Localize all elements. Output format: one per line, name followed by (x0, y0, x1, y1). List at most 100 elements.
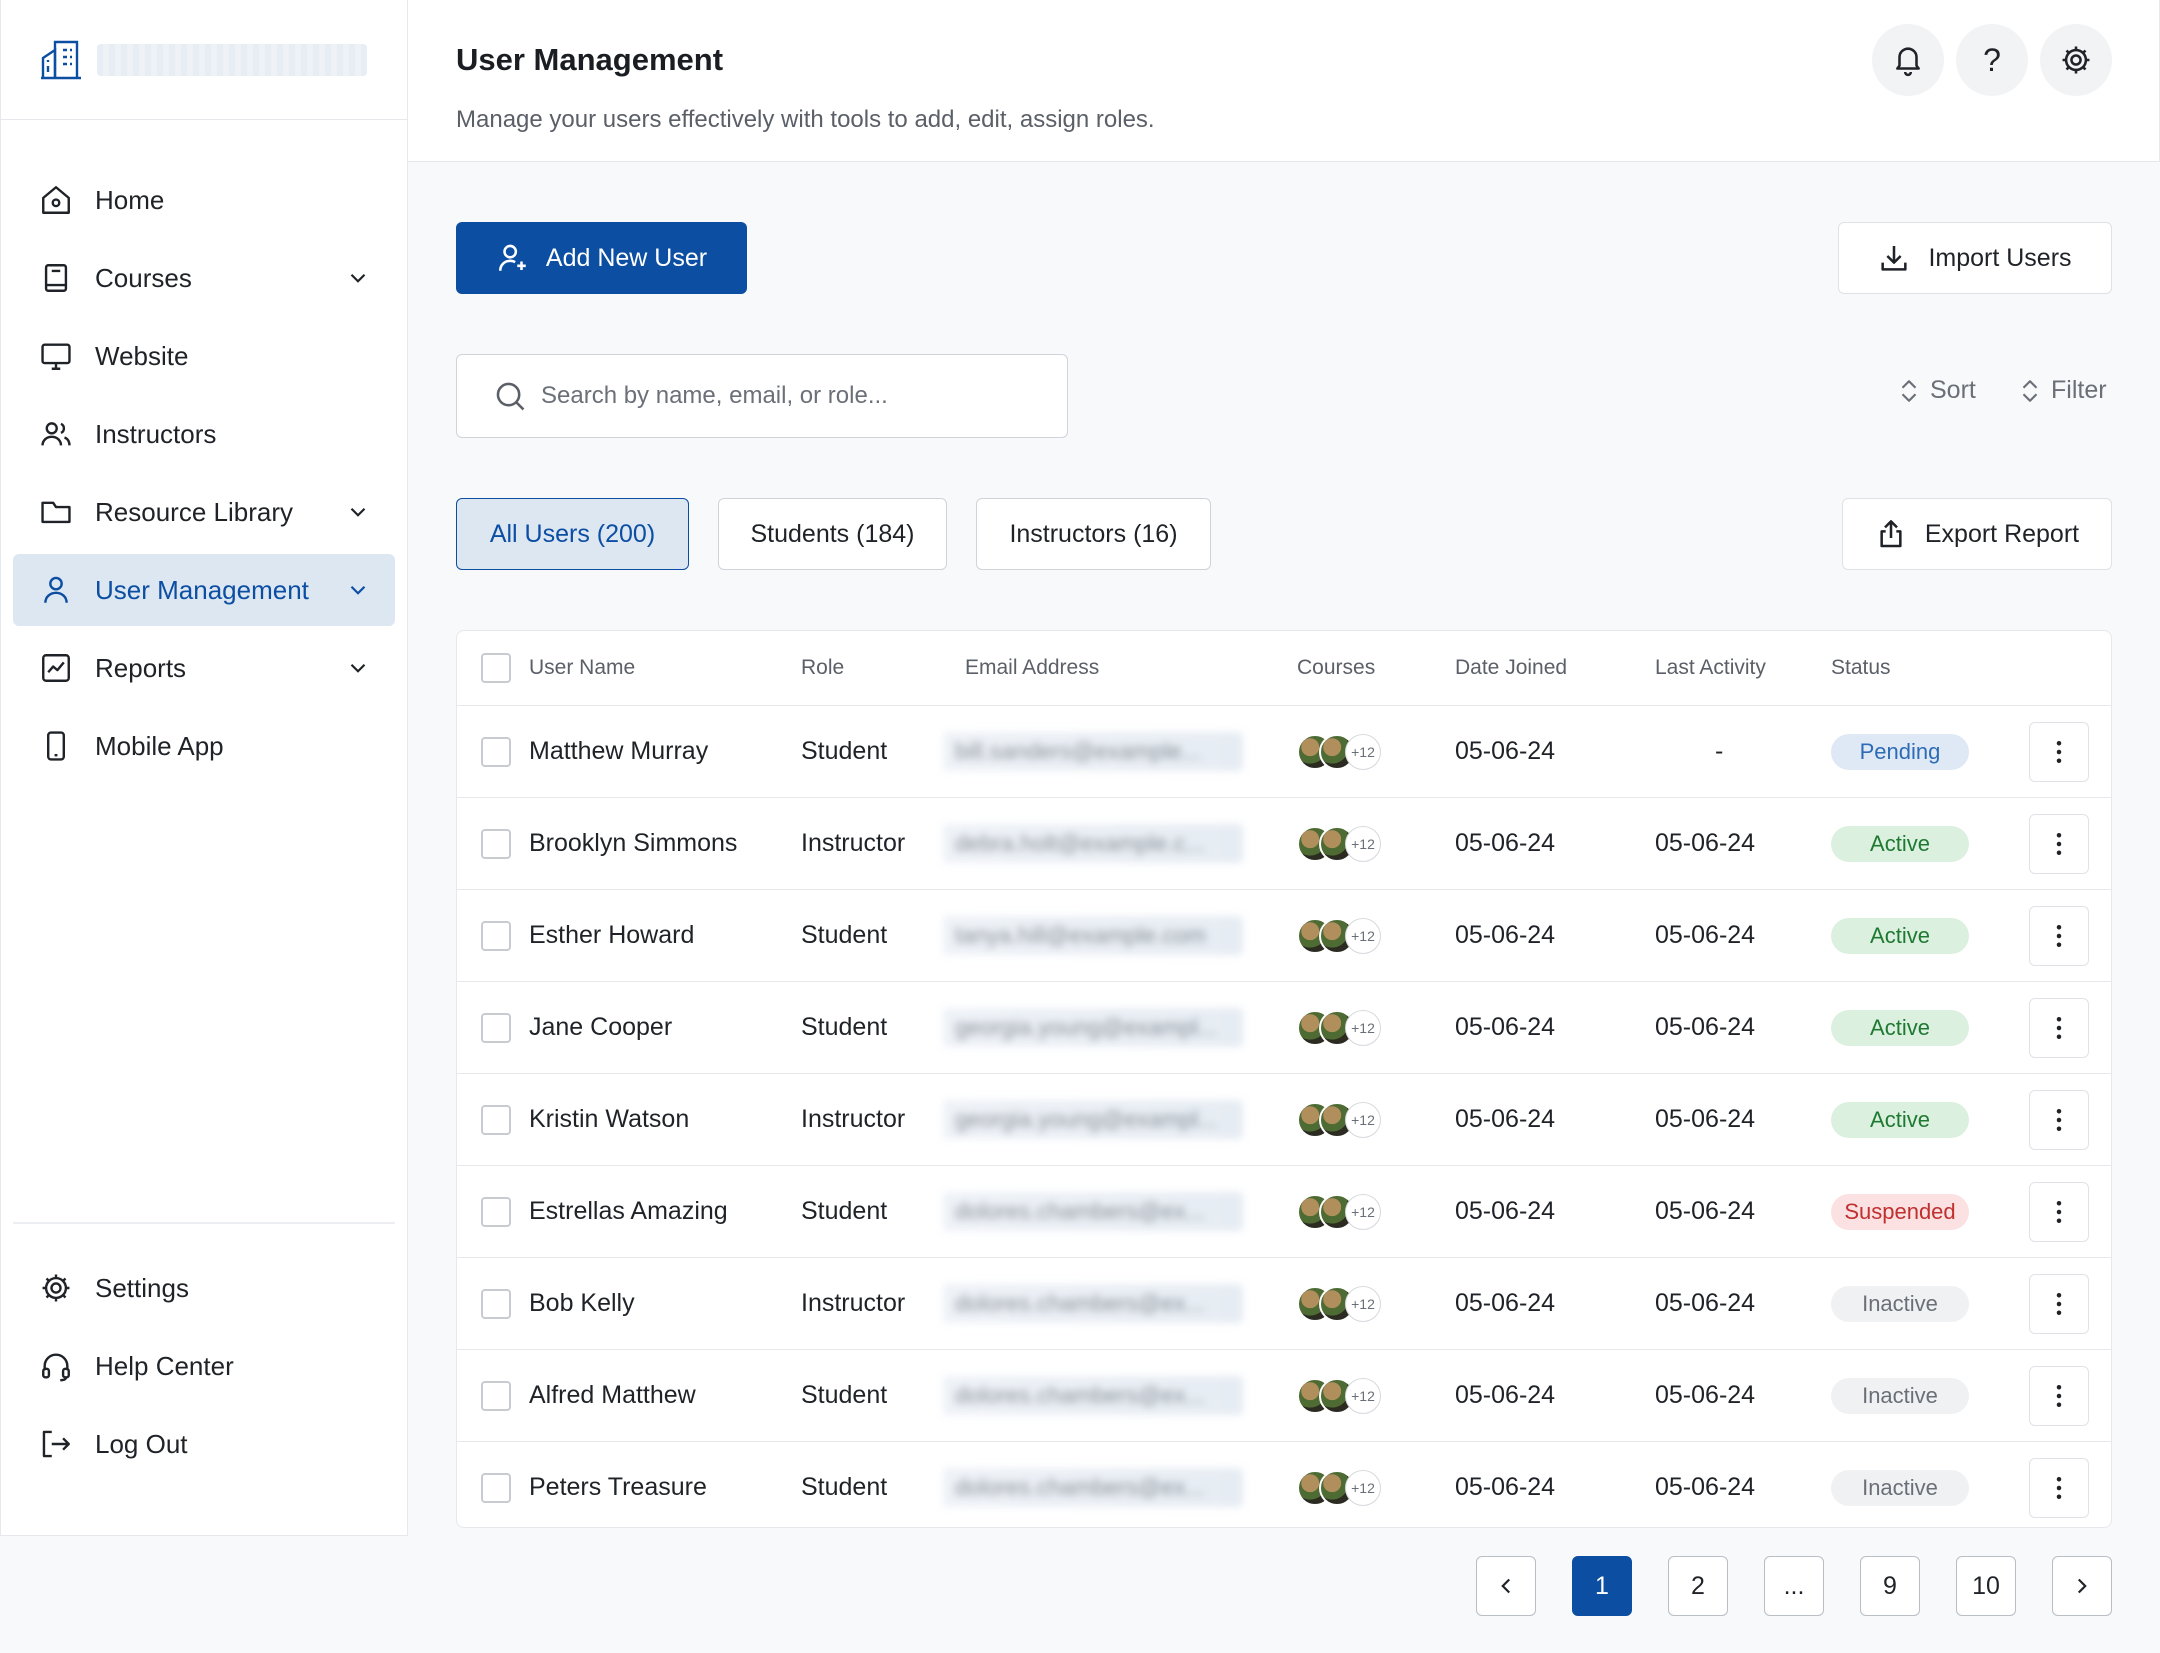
column-header[interactable]: Courses (1297, 631, 1375, 705)
export-report-button[interactable]: Export Report (1842, 498, 2112, 570)
users-table: User Name Role Email Address Courses Dat… (456, 630, 2112, 1528)
row-actions-button[interactable] (2029, 1089, 2089, 1150)
page-button-9[interactable]: 9 (1860, 1556, 1920, 1616)
more-courses-count: +12 (1345, 1101, 1381, 1138)
sidebar-item-website[interactable]: Website (13, 320, 395, 392)
table-row[interactable]: Alfred Matthew Student dolores.chambers@ex… (457, 1349, 2111, 1441)
last-activity: 05-06-24 (1655, 921, 1756, 949)
help-button[interactable]: ? (1956, 24, 2028, 96)
column-header[interactable]: User Name (529, 631, 635, 705)
sort-button[interactable]: Sort (1896, 376, 1976, 405)
user-role: Student (801, 1197, 888, 1225)
main-nav: Home Courses Website Instructors Resourc… (13, 164, 395, 788)
column-header[interactable]: Email Address (965, 631, 1099, 705)
column-header[interactable]: Role (801, 631, 844, 705)
more-courses-count: +12 (1345, 825, 1381, 862)
more-vertical-icon (2056, 832, 2062, 855)
row-actions-button[interactable] (2029, 1273, 2089, 1334)
search-input[interactable] (541, 382, 1041, 410)
prev-page-button[interactable] (1476, 1556, 1536, 1616)
row-checkbox[interactable] (481, 1104, 511, 1135)
table-row[interactable]: Kristin Watson Instructor georgia.young@ex… (457, 1073, 2111, 1165)
row-checkbox[interactable] (481, 736, 511, 767)
page-button-1[interactable]: 1 (1572, 1556, 1632, 1616)
date-joined: 05-06-24 (1455, 1013, 1556, 1041)
course-avatars: +12 (1297, 1009, 1381, 1046)
sidebar-item-resource-library[interactable]: Resource Library (13, 476, 395, 548)
row-checkbox[interactable] (481, 828, 511, 859)
column-header[interactable]: Last Activity (1655, 631, 1766, 705)
import-users-button[interactable]: Import Users (1838, 222, 2112, 294)
row-actions-button[interactable] (2029, 1365, 2089, 1426)
users-icon (41, 422, 71, 446)
sidebar-item-label: Resource Library (95, 496, 293, 527)
status-badge: Active (1831, 825, 1969, 862)
date-joined: 05-06-24 (1455, 1289, 1556, 1317)
row-actions-button[interactable] (2029, 1457, 2089, 1518)
row-actions-button[interactable] (2029, 1181, 2089, 1242)
table-row[interactable]: Matthew Murray Student bill.sanders@exampl… (457, 705, 2111, 797)
chevron-down-icon[interactable] (345, 655, 371, 681)
table-row[interactable]: Bob Kelly Instructor dolores.chambers@ex..… (457, 1257, 2111, 1349)
row-checkbox[interactable] (481, 1288, 511, 1319)
table-row[interactable]: Estrellas Amazing Student dolores.chambers… (457, 1165, 2111, 1257)
status-badge: Inactive (1831, 1377, 1969, 1414)
date-joined: 05-06-24 (1455, 829, 1556, 857)
row-checkbox[interactable] (481, 1380, 511, 1411)
notifications-button[interactable] (1872, 24, 1944, 96)
column-header[interactable]: Date Joined (1455, 631, 1567, 705)
sidebar-item-user-management[interactable]: User Management (13, 554, 395, 626)
date-joined: 05-06-24 (1455, 1105, 1556, 1133)
select-all-checkbox[interactable] (481, 653, 511, 683)
row-actions-button[interactable] (2029, 997, 2089, 1058)
sidebar-item-courses[interactable]: Courses (13, 242, 395, 314)
column-header[interactable]: Status (1831, 631, 1891, 705)
sidebar-item-instructors[interactable]: Instructors (13, 398, 395, 470)
filter-button[interactable]: Filter (2017, 376, 2107, 405)
sidebar-item-settings[interactable]: Settings (13, 1252, 395, 1324)
tab-label: All Users (200) (489, 519, 656, 548)
table-row[interactable]: Esther Howard Student tanya.hill@example.c… (457, 889, 2111, 981)
sidebar-item-log-out[interactable]: Log Out (13, 1408, 395, 1480)
folder-icon (41, 501, 71, 524)
sidebar-item-label: Mobile App (95, 730, 224, 761)
row-checkbox[interactable] (481, 1472, 511, 1503)
row-checkbox[interactable] (481, 1196, 511, 1227)
table-row[interactable]: Brooklyn Simmons Instructor debra.holt@exa… (457, 797, 2111, 889)
chevron-down-icon[interactable] (345, 577, 371, 603)
page-button-2[interactable]: 2 (1668, 1556, 1728, 1616)
more-courses-count: +12 (1345, 1193, 1381, 1230)
row-checkbox[interactable] (481, 920, 511, 951)
sort-icon (2022, 379, 2038, 402)
user-email: dolores.chambers@ex... (943, 1192, 1243, 1231)
sidebar-item-reports[interactable]: Reports (13, 632, 395, 704)
tab-all-users[interactable]: All Users (200) (456, 498, 689, 570)
row-actions-button[interactable] (2029, 721, 2089, 782)
page-header: User Management Manage your users effect… (408, 0, 2160, 162)
chevron-right-icon (2077, 1578, 2087, 1594)
page-button-10[interactable]: 10 (1956, 1556, 2016, 1616)
row-actions-button[interactable] (2029, 905, 2089, 966)
user-email: georgia.young@exampl... (943, 1008, 1243, 1047)
table-row[interactable]: Jane Cooper Student georgia.young@exampl..… (457, 981, 2111, 1073)
row-actions-button[interactable] (2029, 813, 2089, 874)
sidebar-item-home[interactable]: Home (13, 164, 395, 236)
user-role: Student (801, 1381, 888, 1409)
more-courses-count: +12 (1345, 917, 1381, 954)
headset-icon (42, 1353, 70, 1382)
table-row[interactable]: Peters Treasure Student dolores.chambers@e… (457, 1441, 2111, 1527)
chevron-down-icon[interactable] (345, 265, 371, 291)
more-courses-count: +12 (1345, 1469, 1381, 1506)
tab-students[interactable]: Students (184) (718, 498, 947, 570)
sidebar-item-mobile-app[interactable]: Mobile App (13, 710, 395, 782)
row-checkbox[interactable] (481, 1012, 511, 1043)
chevron-down-icon[interactable] (345, 499, 371, 525)
add-user-button[interactable]: Add New User (456, 222, 747, 294)
last-activity: 05-06-24 (1655, 1197, 1756, 1225)
sidebar-item-help-center[interactable]: Help Center (13, 1330, 395, 1402)
tab-instructors[interactable]: Instructors (16) (976, 498, 1211, 570)
course-avatars: +12 (1297, 733, 1381, 770)
next-page-button[interactable] (2052, 1556, 2112, 1616)
settings-button[interactable] (2040, 24, 2112, 96)
home-icon (42, 186, 70, 214)
